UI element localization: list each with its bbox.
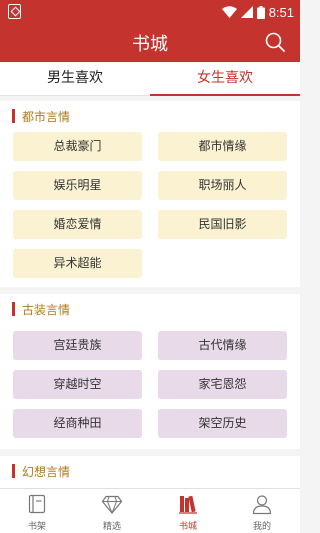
- app-bar: 书城: [0, 24, 300, 62]
- category-chip[interactable]: 民国旧影: [158, 210, 287, 239]
- wifi-icon: [221, 6, 237, 18]
- status-time: 8:51: [268, 4, 294, 20]
- category-chip[interactable]: 职场丽人: [158, 171, 287, 200]
- battery-icon: [256, 5, 265, 19]
- status-indicators: 8:51: [221, 3, 294, 21]
- nav-featured[interactable]: 精选: [82, 489, 142, 533]
- bottom-navigation: 书架 精选 书城 我的: [0, 488, 300, 533]
- category-chip[interactable]: 经商种田: [13, 409, 142, 438]
- section-title: 都市言情: [22, 109, 71, 124]
- search-icon[interactable]: [264, 31, 286, 53]
- category-chip[interactable]: 家宅恩怨: [158, 370, 287, 399]
- section-marker: [12, 464, 15, 478]
- category-chip[interactable]: 娱乐明星: [13, 171, 142, 200]
- section-costume-romance: 古装言情 宫廷贵族 古代情缘 穿越时空 家宅恩怨 经商种田 架空历史: [0, 294, 300, 449]
- section-marker: [12, 302, 15, 316]
- books-icon: [179, 495, 197, 514]
- category-chip[interactable]: 架空历史: [158, 409, 287, 438]
- nav-bookshelf[interactable]: 书架: [7, 489, 67, 533]
- nav-label: 书城: [178, 522, 197, 532]
- category-chip[interactable]: 异术超能: [13, 249, 142, 278]
- category-chip[interactable]: 总裁豪门: [13, 132, 142, 161]
- bookshelf-icon: [28, 494, 46, 514]
- section-header: 古装言情: [12, 300, 70, 318]
- status-bar: 8:51: [0, 0, 300, 24]
- nav-label: 书架: [27, 522, 46, 532]
- category-chip[interactable]: 宫廷贵族: [13, 331, 142, 360]
- section-title: 幻想言情: [22, 464, 71, 479]
- page-title: 书城: [132, 34, 168, 55]
- category-chip[interactable]: 古代情缘: [158, 331, 287, 360]
- diamond-icon: [101, 495, 123, 515]
- tab-female[interactable]: 女生喜欢: [150, 62, 300, 96]
- signal-icon: [240, 6, 253, 18]
- gender-tabs: 男生喜欢 女生喜欢: [0, 62, 300, 96]
- section-header: 都市言情: [12, 107, 70, 125]
- section-header: 幻想言情: [12, 462, 70, 480]
- section-marker: [12, 109, 15, 123]
- section-title: 古装言情: [22, 302, 71, 317]
- nav-label: 精选: [102, 522, 121, 532]
- category-chip[interactable]: 婚恋爱情: [13, 210, 142, 239]
- section-urban-romance: 都市言情 总裁豪门 都市情缘 娱乐明星 职场丽人 婚恋爱情 民国旧影 异术超能: [0, 101, 300, 287]
- category-chip[interactable]: 穿越时空: [13, 370, 142, 399]
- app-notification-icon: [8, 4, 21, 19]
- nav-profile[interactable]: 我的: [232, 489, 292, 533]
- tab-male[interactable]: 男生喜欢: [0, 62, 150, 95]
- category-chip[interactable]: 都市情缘: [158, 132, 287, 161]
- user-icon: [252, 495, 272, 515]
- nav-bookstore[interactable]: 书城: [158, 489, 218, 533]
- nav-label: 我的: [252, 522, 271, 532]
